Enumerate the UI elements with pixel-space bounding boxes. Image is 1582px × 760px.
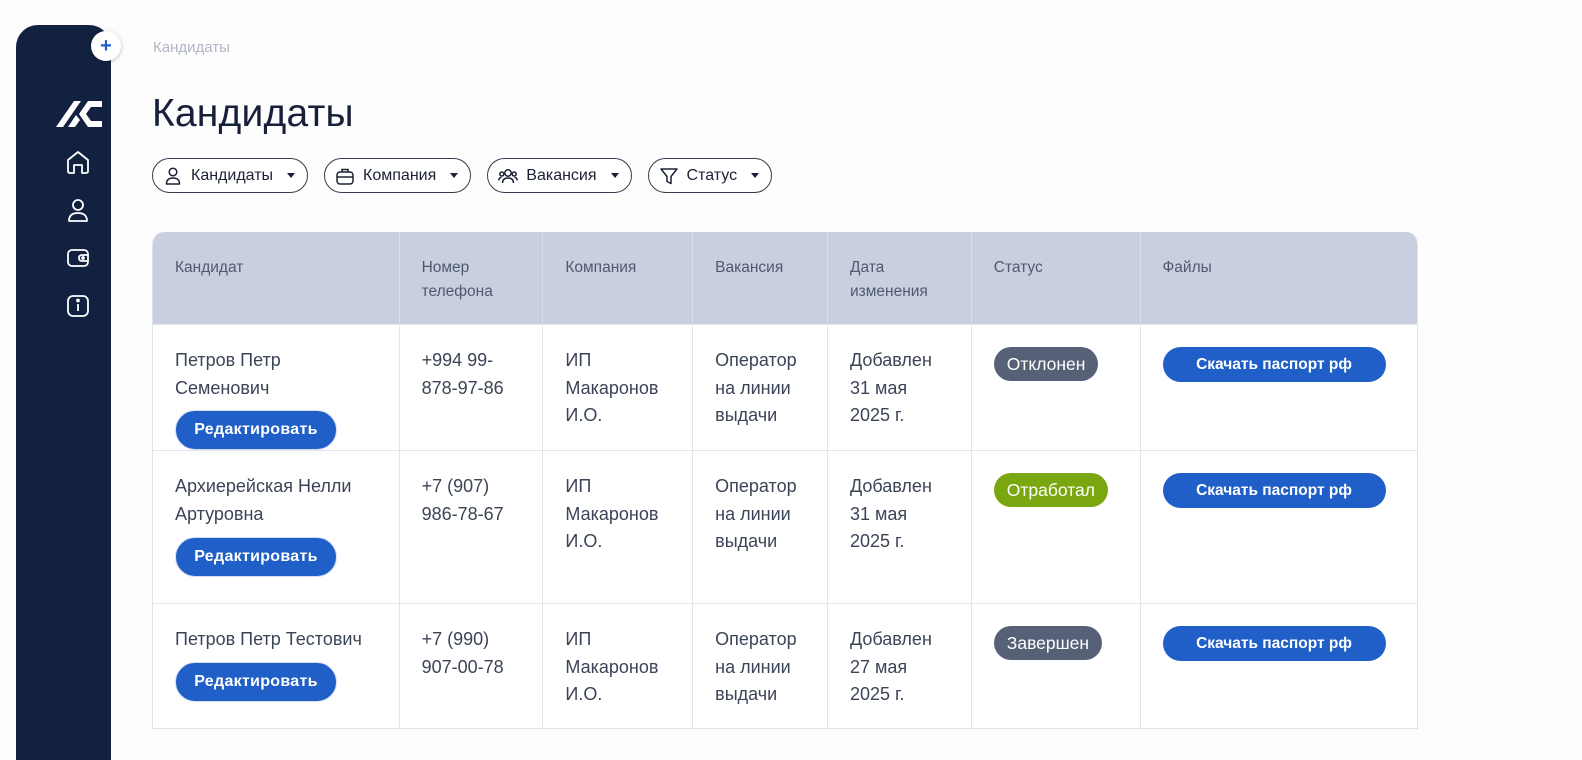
edit-button[interactable]: Редактировать: [175, 661, 337, 702]
table-row: Петров Петр Семенович Редактировать +994…: [153, 324, 1417, 450]
column-header: Файлы: [1162, 259, 1212, 276]
download-passport-button[interactable]: Скачать паспорт рф: [1162, 473, 1386, 508]
cell-date: Добавлен 31 мая 2025 г.: [828, 325, 972, 450]
filter-label: Вакансия: [526, 166, 597, 184]
column-header: Вакансия: [693, 232, 828, 324]
user-icon[interactable]: [65, 197, 91, 223]
caret-down-icon: [610, 173, 619, 178]
column-header: Статус: [972, 232, 1141, 324]
status-badge: Отклонен: [993, 347, 1099, 381]
cell-status: Завершен: [972, 604, 1141, 728]
candidates-table: Кандидат Номер телефона Компания Ваканси…: [152, 232, 1418, 729]
cell-files: Скачать паспорт рф: [1141, 325, 1418, 450]
cell-candidate: Архиерейская Нелли Артуровна Редактирова…: [153, 451, 400, 603]
cell-vacancy: Оператор на линии выдачи: [693, 604, 828, 728]
edit-button[interactable]: Редактировать: [175, 410, 337, 450]
status-badge: Завершен: [993, 626, 1103, 660]
cell-date: Добавлен 31 мая 2025 г.: [828, 451, 972, 603]
user-icon: [165, 166, 181, 185]
filter-label: Кандидаты: [191, 166, 274, 184]
column-header: Кандидат: [153, 232, 400, 324]
cell-status: Отработал: [972, 451, 1141, 603]
cell-date: Добавлен 27 мая 2025 г.: [828, 604, 972, 728]
cell-candidate: Петров Петр Семенович Редактировать: [153, 325, 400, 450]
filter-vacancy[interactable]: Вакансия: [487, 158, 632, 193]
candidate-name: Архиерейская Нелли Артуровна: [175, 476, 352, 524]
briefcase-icon: [336, 168, 354, 185]
wallet-icon[interactable]: [65, 245, 91, 271]
cell-vacancy: Оператор на линии выдачи: [693, 325, 828, 450]
filter-icon: [659, 167, 678, 184]
page-title: Кандидаты: [152, 92, 354, 135]
filter-label: Компания: [363, 166, 437, 184]
cell-status: Отклонен: [972, 325, 1141, 450]
filter-status[interactable]: Статус: [647, 158, 773, 193]
column-header: Компания: [543, 232, 694, 324]
table-row: Петров Петр Тестович Редактировать +7 (9…: [153, 603, 1418, 728]
cell-phone: +7 (907) 986-78-67: [400, 451, 544, 603]
cell-candidate: Петров Петр Тестович Редактировать: [153, 604, 400, 728]
breadcrumb[interactable]: Кандидаты: [153, 39, 230, 56]
cell-company: ИП Макаронов И.О.: [543, 325, 694, 450]
filter-label: Статус: [686, 166, 738, 184]
download-passport-button[interactable]: Скачать паспорт рф: [1162, 626, 1386, 661]
download-passport-button[interactable]: Скачать паспорт рф: [1162, 347, 1386, 382]
cell-files: Скачать паспорт рф: [1141, 604, 1418, 728]
cell-company: ИП Макаронов И.О.: [543, 451, 694, 603]
cell-files: Скачать паспорт рф: [1141, 451, 1418, 603]
sidebar: [16, 25, 111, 760]
column-header: Дата изменения: [828, 232, 972, 324]
table-header: Кандидат Номер телефона Компания Ваканси…: [153, 232, 1417, 324]
info-icon[interactable]: [65, 293, 91, 319]
users-icon: [498, 168, 519, 183]
filter-company[interactable]: Компания: [324, 158, 472, 193]
candidate-name: Петров Петр Тестович: [175, 629, 362, 649]
cell-vacancy: Оператор на линии выдачи: [693, 451, 828, 603]
cell-phone: +7 (990) 907-00-78: [400, 604, 544, 728]
cell-phone: +994 99-878-97-86: [400, 325, 544, 450]
logo-icon[interactable]: [54, 99, 104, 129]
status-badge: Отработал: [993, 473, 1108, 507]
edit-button[interactable]: Редактировать: [175, 537, 337, 577]
candidate-name: Петров Петр Семенович: [175, 350, 281, 398]
caret-down-icon: [450, 173, 459, 178]
table-row: Архиерейская Нелли Артуровна Редактирова…: [153, 450, 1417, 603]
home-icon[interactable]: [65, 149, 91, 175]
caret-down-icon: [751, 173, 760, 178]
cell-company: ИП Макаронов И.О.: [543, 604, 694, 728]
column-header: Номер телефона: [400, 232, 544, 324]
plus-icon: +: [100, 35, 112, 57]
filter-bar: Кандидаты Компания Вакансия Статус: [152, 158, 773, 193]
filter-candidates[interactable]: Кандидаты: [152, 158, 309, 193]
caret-down-icon: [287, 173, 296, 178]
add-button[interactable]: +: [91, 31, 121, 61]
